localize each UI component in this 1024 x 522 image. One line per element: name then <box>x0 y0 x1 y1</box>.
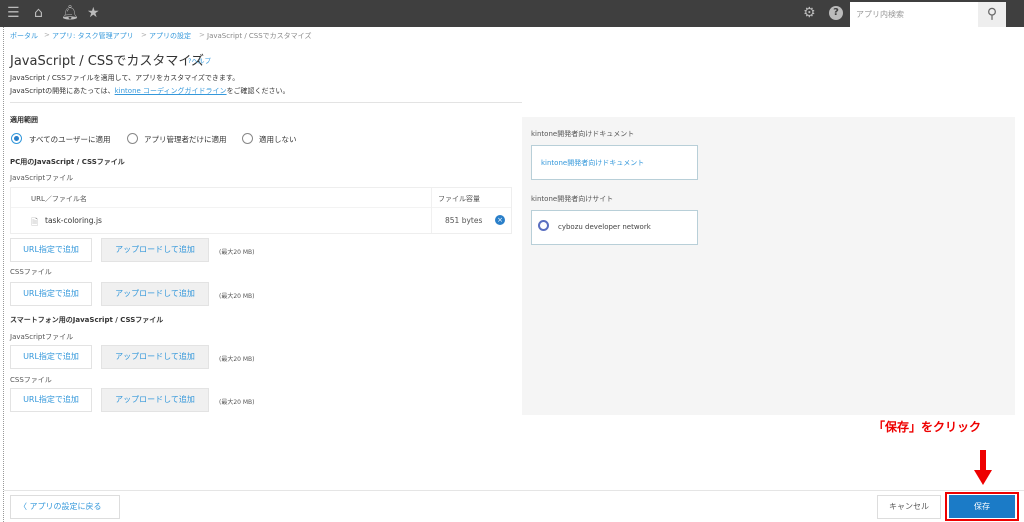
remove-file-icon[interactable]: × <box>495 215 505 225</box>
help-link[interactable]: ?ヘルプ <box>188 55 211 65</box>
col-divider <box>431 188 432 233</box>
doc-label: kintone開発者向けドキュメント <box>531 130 635 138</box>
radio-label: 適用しない <box>259 135 297 144</box>
star-icon[interactable]: ★ <box>87 5 100 21</box>
arrow-down-icon <box>974 450 992 485</box>
gear-icon[interactable]: ⚙ <box>803 5 816 21</box>
sp-js-url-add-button[interactable]: URL指定で追加 <box>10 345 92 369</box>
radio-all-users[interactable] <box>11 133 22 144</box>
pc-js-upload-button[interactable]: アップロードして追加 <box>101 238 209 262</box>
sp-css-upload-button[interactable]: アップロードして追加 <box>101 388 209 412</box>
max-size-note: (最大20 MB) <box>219 399 255 406</box>
js-file-table: URL／ファイル名 ファイル容量 🗎︎ task-coloring.js 851… <box>10 187 512 234</box>
sp-section-header: スマートフォン用のJavaScript / CSSファイル <box>10 316 164 324</box>
back-label: アプリの設定に戻る <box>29 502 102 511</box>
search-input[interactable]: アプリ内検索 <box>850 2 978 27</box>
home-icon[interactable]: ⌂ <box>34 5 43 21</box>
pc-css-label: CSSファイル <box>10 268 52 276</box>
left-border <box>3 27 4 522</box>
breadcrumb-sep: > <box>199 31 205 39</box>
site-label: kintone開発者向けサイト <box>531 195 614 203</box>
page-title: JavaScript / CSSでカスタマイズ <box>10 54 205 69</box>
max-size-note: (最大20 MB) <box>219 293 255 300</box>
sp-css-url-add-button[interactable]: URL指定で追加 <box>10 388 92 412</box>
radio-label: すべてのユーザーに適用 <box>29 135 111 144</box>
divider <box>10 102 522 103</box>
footer-divider <box>4 490 1024 491</box>
max-size-note: (最大20 MB) <box>219 356 255 363</box>
file-size: 851 bytes <box>445 216 483 225</box>
radio-disable[interactable] <box>242 133 253 144</box>
sp-js-upload-button[interactable]: アップロードして追加 <box>101 345 209 369</box>
col-name-header: URL／ファイル名 <box>31 195 87 203</box>
breadcrumb-current: JavaScript / CSSでカスタマイズ <box>207 32 312 40</box>
description-guideline: JavaScriptの開発にあたっては、kintone コーディングガイドライン… <box>10 86 290 96</box>
pc-css-upload-button[interactable]: アップロードして追加 <box>101 282 209 306</box>
search-icon[interactable]: ⚲ <box>978 2 1006 27</box>
doc-link[interactable]: kintone開発者向けドキュメント <box>531 145 698 180</box>
desc-text: をご確認ください。 <box>226 87 290 95</box>
file-name: task-coloring.js <box>45 216 102 225</box>
menu-icon[interactable]: ☰ <box>7 5 20 21</box>
breadcrumb-sep: > <box>44 31 50 39</box>
pc-js-label: JavaScriptファイル <box>10 174 74 182</box>
cybozu-logo-icon <box>538 220 549 231</box>
max-size-note: (最大20 MB) <box>219 249 255 256</box>
cancel-button[interactable]: キャンセル <box>877 495 941 519</box>
save-button[interactable]: 保存 <box>949 495 1015 518</box>
breadcrumb-app-settings[interactable]: アプリの設定 <box>149 31 191 41</box>
cybozu-developer-network-link[interactable]: cybozu developer network <box>531 210 698 245</box>
description: JavaScript / CSSファイルを適用して、アプリをカスタマイズできます… <box>10 74 240 82</box>
radio-label: アプリ管理者だけに適用 <box>144 135 227 144</box>
chevron-left-icon: 〈 <box>19 502 30 511</box>
pc-js-url-add-button[interactable]: URL指定で追加 <box>10 238 92 262</box>
annotation-text: 「保存」をクリック <box>873 420 982 434</box>
pc-section-header: PC用のJavaScript / CSSファイル <box>10 158 125 166</box>
desc-text: JavaScriptの開発にあたっては、 <box>10 87 115 95</box>
sp-js-label: JavaScriptファイル <box>10 333 74 341</box>
breadcrumb-sep: > <box>141 31 147 39</box>
breadcrumb-portal[interactable]: ポータル <box>10 31 38 41</box>
scope-label: 適用範囲 <box>10 116 38 124</box>
breadcrumb-app[interactable]: アプリ: タスク管理アプリ <box>52 31 134 41</box>
bell-icon[interactable]: 🔔︎ <box>61 5 79 21</box>
guideline-link[interactable]: kintone コーディングガイドライン <box>115 87 227 95</box>
pc-css-url-add-button[interactable]: URL指定で追加 <box>10 282 92 306</box>
file-icon: 🗎︎ <box>31 218 39 228</box>
help-icon[interactable]: ? <box>829 6 843 20</box>
sp-css-label: CSSファイル <box>10 376 52 384</box>
radio-admins-only[interactable] <box>127 133 138 144</box>
back-to-settings-button[interactable]: 〈 アプリの設定に戻る <box>10 495 120 519</box>
col-size-header: ファイル容量 <box>438 195 480 203</box>
